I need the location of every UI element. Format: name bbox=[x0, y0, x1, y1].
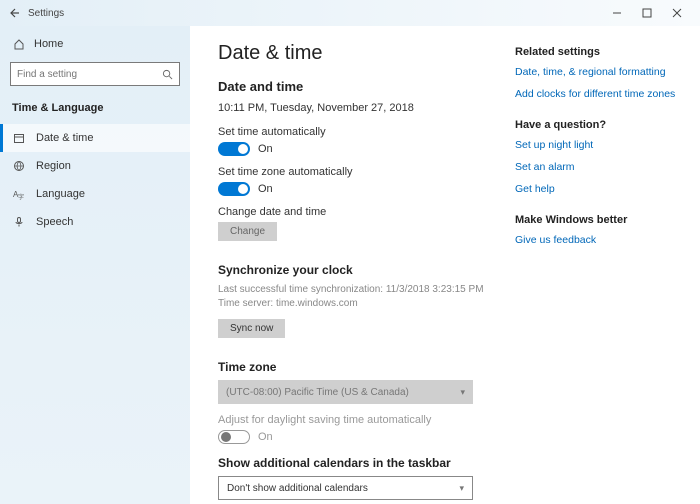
dst-toggle bbox=[218, 430, 250, 444]
addcal-header: Show additional calendars in the taskbar bbox=[218, 456, 505, 470]
sync-now-button[interactable]: Sync now bbox=[218, 319, 285, 338]
home-label: Home bbox=[34, 38, 63, 50]
chevron-down-icon: ▾ bbox=[459, 483, 464, 494]
back-icon[interactable] bbox=[8, 7, 20, 19]
maximize-button[interactable] bbox=[632, 3, 662, 23]
language-icon: A字 bbox=[12, 188, 26, 200]
nav-language[interactable]: A字 Language bbox=[0, 180, 190, 208]
microphone-icon bbox=[12, 216, 26, 228]
nav-label: Speech bbox=[36, 216, 73, 228]
nav-label: Date & time bbox=[36, 132, 93, 144]
close-button[interactable] bbox=[662, 3, 692, 23]
link-date-time-formatting[interactable]: Date, time, & regional formatting bbox=[515, 66, 680, 80]
category-header: Time & Language bbox=[0, 96, 190, 124]
addcal-select[interactable]: Don't show additional calendars ▾ bbox=[218, 476, 473, 500]
sync-info: Last successful time synchronization: 11… bbox=[218, 283, 505, 311]
settings-window: Settings Home Time & Language Date & tim… bbox=[0, 0, 700, 504]
sync-last: Last successful time synchronization: 11… bbox=[218, 283, 505, 297]
set-time-auto-label: Set time automatically bbox=[218, 126, 505, 138]
timezone-select: (UTC-08:00) Pacific Time (US & Canada) ▾ bbox=[218, 380, 473, 404]
change-dt-label: Change date and time bbox=[218, 206, 505, 218]
search-input[interactable] bbox=[17, 69, 162, 80]
globe-icon bbox=[12, 160, 26, 172]
right-column: Related settings Date, time, & regional … bbox=[515, 42, 680, 484]
set-tz-auto-toggle[interactable] bbox=[218, 182, 250, 196]
related-settings-header: Related settings bbox=[515, 46, 680, 58]
nav-region[interactable]: Region bbox=[0, 152, 190, 180]
link-add-clocks[interactable]: Add clocks for different time zones bbox=[515, 88, 680, 102]
set-time-auto-toggle[interactable] bbox=[218, 142, 250, 156]
link-feedback[interactable]: Give us feedback bbox=[515, 234, 680, 248]
page-title: Date & time bbox=[218, 42, 505, 65]
toggle-value: On bbox=[258, 143, 273, 155]
search-icon bbox=[162, 69, 173, 80]
app-title: Settings bbox=[28, 8, 64, 19]
make-better-header: Make Windows better bbox=[515, 214, 680, 226]
link-get-help[interactable]: Get help bbox=[515, 183, 680, 197]
sync-server: Time server: time.windows.com bbox=[218, 297, 505, 311]
search-box[interactable] bbox=[10, 62, 180, 86]
titlebar: Settings bbox=[0, 0, 700, 26]
sidebar: Home Time & Language Date & time Region … bbox=[0, 26, 190, 504]
main-column: Date & time Date and time 10:11 PM, Tues… bbox=[218, 42, 505, 484]
toggle-value: On bbox=[258, 431, 273, 443]
tz-header: Time zone bbox=[218, 360, 505, 374]
nav-speech[interactable]: Speech bbox=[0, 208, 190, 236]
link-night-light[interactable]: Set up night light bbox=[515, 139, 680, 153]
current-datetime: 10:11 PM, Tuesday, November 27, 2018 bbox=[218, 102, 505, 114]
set-tz-auto-label: Set time zone automatically bbox=[218, 166, 505, 178]
home-nav[interactable]: Home bbox=[0, 32, 190, 56]
change-button: Change bbox=[218, 222, 277, 241]
content-area: Home Time & Language Date & time Region … bbox=[0, 26, 700, 504]
sync-header: Synchronize your clock bbox=[218, 263, 505, 277]
dst-label: Adjust for daylight saving time automati… bbox=[218, 414, 505, 426]
home-icon bbox=[12, 38, 26, 50]
main-panel: Date & time Date and time 10:11 PM, Tues… bbox=[190, 26, 700, 504]
addcal-value: Don't show additional calendars bbox=[227, 483, 368, 494]
link-set-alarm[interactable]: Set an alarm bbox=[515, 161, 680, 175]
have-question-header: Have a question? bbox=[515, 119, 680, 131]
chevron-down-icon: ▾ bbox=[460, 387, 465, 398]
nav-date-time[interactable]: Date & time bbox=[0, 124, 190, 152]
svg-text:字: 字 bbox=[18, 193, 24, 200]
nav-label: Region bbox=[36, 160, 71, 172]
section-title: Date and time bbox=[218, 79, 505, 94]
toggle-value: On bbox=[258, 183, 273, 195]
clock-icon bbox=[12, 132, 26, 144]
tz-value: (UTC-08:00) Pacific Time (US & Canada) bbox=[226, 387, 409, 398]
nav-label: Language bbox=[36, 188, 85, 200]
minimize-button[interactable] bbox=[602, 3, 632, 23]
